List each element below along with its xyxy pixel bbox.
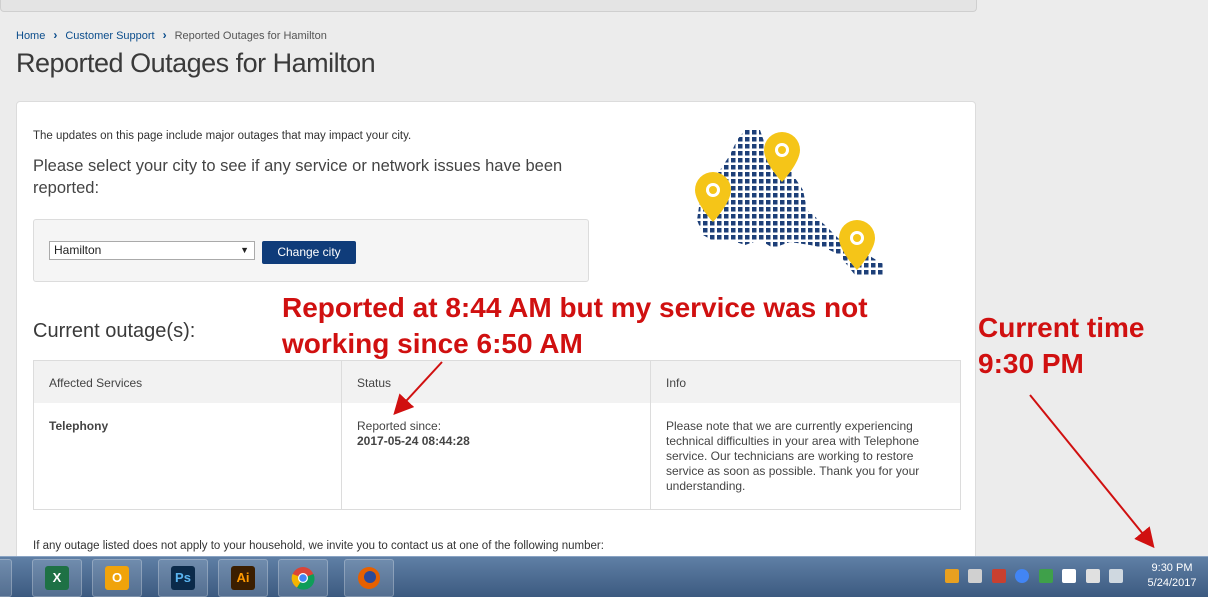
current-outages-heading: Current outage(s): [33,320,196,342]
top-bar [0,0,977,12]
header-info: Info [666,376,687,390]
tray-volume-icon[interactable] [1109,568,1124,583]
outlook-icon: O [105,566,129,590]
column-divider [341,361,342,509]
firefox-icon [358,567,380,589]
change-city-button[interactable]: Change city [262,241,356,264]
taskbar-outlook[interactable]: O [92,559,142,597]
tray-icon[interactable] [945,568,959,583]
outage-map-illustration [695,130,885,275]
tray-chrome-icon[interactable] [1015,568,1030,583]
annotation-current-time-value: 9:30 PM [978,348,1084,379]
illustrator-icon: Ai [231,566,255,590]
chevron-right-icon: › [53,28,58,42]
photoshop-icon: Ps [171,566,195,590]
breadcrumb: Home › Customer Support › Reported Outages f… [16,28,327,42]
annotation-arrow-icon [1029,394,1155,549]
tray-flag-icon[interactable] [1062,568,1077,583]
excel-icon: X [45,566,69,590]
header-status: Status [357,376,392,390]
taskbar-firefox[interactable] [344,559,394,597]
clock-time: 9:30 PM [1151,562,1193,574]
taskbar-excel[interactable]: X [32,559,82,597]
column-divider [650,361,651,509]
breadcrumb-home[interactable]: Home [16,30,45,42]
status-timestamp: 2017-05-24 08:44:28 [357,434,470,448]
breadcrumb-current: Reported Outages for Hamilton [174,30,327,42]
tray-shield-icon[interactable] [1038,568,1053,583]
taskbar-button-partial[interactable] [0,559,12,597]
clock-date: 5/24/2017 [1147,577,1197,589]
dropdown-arrow-icon: ▼ [240,245,249,255]
outage-table: Affected Services Status Info Telephony … [33,360,961,510]
system-tray [945,567,1128,587]
breadcrumb-customer-support[interactable]: Customer Support [65,30,154,42]
city-select[interactable]: Hamilton ▼ [49,241,255,260]
tray-network-icon[interactable] [1085,568,1100,583]
bottom-note: If any outage listed does not apply to y… [33,540,604,552]
intro-text-small: The updates on this page include major o… [33,130,412,142]
annotation-reported-time: Reported at 8:44 AM but my service was n… [282,292,868,359]
taskbar-illustrator[interactable]: Ai [218,559,268,597]
taskbar-chrome[interactable] [278,559,328,597]
status-cell: Reported since: 2017-05-24 08:44:28 [357,419,470,449]
chevron-right-icon: › [162,28,167,42]
affected-service-cell: Telephony [49,419,109,433]
chrome-icon [291,567,315,590]
info-cell: Please note that we are currently experi… [666,419,920,493]
intro-text-large: Please select your city to see if any se… [33,157,563,197]
tray-icon[interactable] [991,568,1006,583]
status-label: Reported since: [357,419,442,433]
tray-icon[interactable] [968,568,983,583]
header-affected-services: Affected Services [49,376,143,390]
taskbar-photoshop[interactable]: Ps [158,559,208,597]
annotation-current-time: Current time 9:30 PM [978,310,1198,382]
city-select-value: Hamilton [54,243,102,257]
page-title: Reported Outages for Hamilton [16,48,376,78]
windows-taskbar: X O Ps Ai 9:30 PM 5/24/2017 [0,556,1208,597]
city-selector-box: Hamilton ▼ Change city [33,219,589,282]
taskbar-clock[interactable]: 9:30 PM 5/24/2017 [1140,561,1204,591]
outage-table-header [34,361,960,403]
annotation-current-time-label: Current time [978,312,1145,343]
